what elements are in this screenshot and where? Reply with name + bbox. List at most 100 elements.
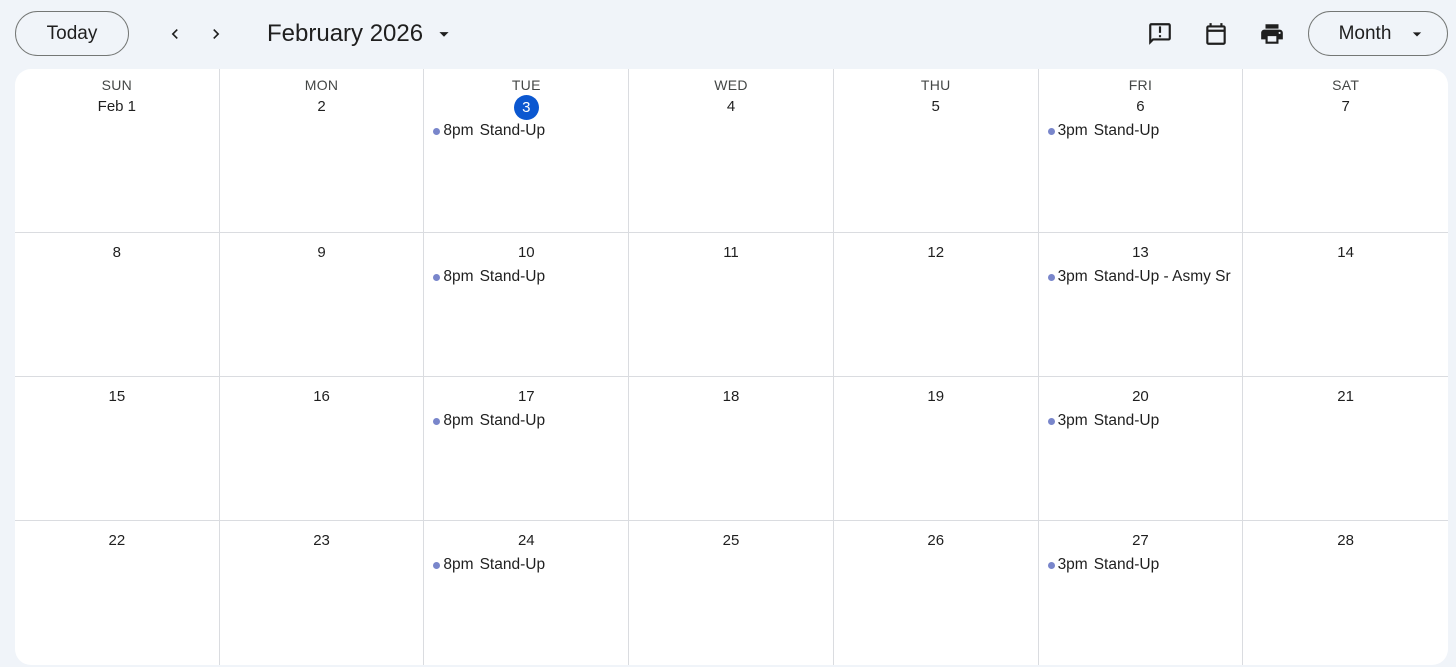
today-day-number[interactable]: 3	[513, 95, 539, 120]
event-time: 3pm	[1057, 122, 1088, 139]
day-cell[interactable]: 8	[15, 233, 220, 377]
day-number[interactable]: 12	[924, 241, 948, 265]
day-number[interactable]: 11	[719, 241, 743, 265]
day-number[interactable]: 28	[1334, 529, 1358, 553]
event-chip[interactable]: 3pm Stand-Up	[1045, 554, 1237, 576]
day-number[interactable]: 17	[514, 385, 538, 409]
day-cell[interactable]: MON 2	[219, 69, 425, 233]
day-number[interactable]: 20	[1128, 385, 1152, 409]
day-number[interactable]: 25	[719, 529, 743, 553]
arrow-drop-down-icon	[1413, 31, 1422, 36]
day-cell[interactable]: 9	[219, 233, 425, 377]
feedback-button[interactable]	[1140, 14, 1180, 54]
day-cell[interactable]: 28	[1243, 521, 1448, 665]
day-number[interactable]: 24	[514, 529, 538, 553]
event-chip[interactable]: 3pm Stand-Up	[1045, 120, 1237, 142]
event-dot-icon	[433, 128, 441, 135]
day-number[interactable]: 7	[1334, 95, 1358, 119]
day-cell[interactable]: 13 3pm Stand-Up - Asmy Sr	[1038, 233, 1244, 377]
event-chip[interactable]: 8pm Stand-Up	[430, 410, 622, 432]
calendar-toolbar: Today February 2026 Month	[0, 0, 1456, 68]
day-number[interactable]: 13	[1128, 241, 1152, 265]
event-chip[interactable]: 3pm Stand-Up - Asmy Sr	[1045, 266, 1237, 288]
event-title: Stand-Up	[1093, 412, 1160, 429]
day-cell[interactable]: 21	[1243, 377, 1448, 521]
day-number[interactable]: 15	[105, 385, 129, 409]
event-title: Stand-Up - Asmy Sr	[1093, 268, 1231, 285]
next-month-button[interactable]	[199, 17, 233, 51]
day-cell[interactable]: 24 8pm Stand-Up	[424, 521, 630, 665]
day-number[interactable]: 14	[1334, 241, 1358, 265]
event-dot-icon	[1047, 128, 1055, 135]
day-cell[interactable]: 20 3pm Stand-Up	[1038, 377, 1244, 521]
day-cell[interactable]: THU 5	[833, 69, 1039, 233]
previous-month-button[interactable]	[158, 17, 192, 51]
day-number[interactable]: 23	[310, 529, 334, 553]
event-time: 8pm	[443, 268, 474, 285]
event-chip[interactable]: 8pm Stand-Up	[430, 266, 622, 288]
event-dot-icon	[1047, 418, 1055, 425]
feedback-icon	[1149, 23, 1171, 45]
day-cell[interactable]: 10 8pm Stand-Up	[424, 233, 630, 377]
day-cell[interactable]: 23	[220, 521, 425, 665]
day-number[interactable]: 8	[105, 241, 129, 265]
day-number[interactable]: 27	[1128, 529, 1152, 553]
day-number[interactable]: 10	[514, 241, 538, 265]
day-cell[interactable]: 17 8pm Stand-Up	[424, 377, 630, 521]
print-button[interactable]	[1252, 14, 1292, 54]
day-number[interactable]: 18	[719, 385, 743, 409]
day-cell[interactable]: 16	[219, 377, 425, 521]
day-number[interactable]: 4	[719, 95, 743, 119]
month-picker[interactable]: February 2026	[267, 18, 455, 50]
day-cell[interactable]: 25	[629, 521, 834, 665]
day-number[interactable]: 5	[924, 95, 948, 119]
day-cell[interactable]: 11	[629, 233, 834, 377]
event-chip[interactable]: 8pm Stand-Up	[430, 120, 622, 142]
view-selector-button[interactable]: Month	[1308, 11, 1448, 56]
day-number[interactable]: 9	[310, 241, 334, 265]
day-cell[interactable]: 15	[15, 377, 220, 521]
weekday-header: FRI	[1128, 77, 1153, 93]
event-time: 3pm	[1057, 268, 1088, 285]
event-title: Stand-Up	[479, 556, 546, 573]
day-cell[interactable]: 22	[15, 521, 220, 665]
event-title: Stand-Up	[479, 412, 546, 429]
day-cell[interactable]: 26	[834, 521, 1039, 665]
event-chip[interactable]: 8pm Stand-Up	[430, 554, 622, 576]
day-cell[interactable]: SUN Feb 1	[15, 69, 220, 233]
day-cell[interactable]: 27 3pm Stand-Up	[1039, 521, 1244, 665]
view-label: Month	[1338, 22, 1392, 44]
day-cell[interactable]: FRI 6 3pm Stand-Up	[1038, 69, 1244, 233]
event-chip[interactable]: 3pm Stand-Up	[1045, 410, 1237, 432]
arrow-drop-down-icon	[439, 32, 449, 37]
day-number[interactable]: 19	[924, 385, 948, 409]
day-cell[interactable]: 12	[833, 233, 1039, 377]
calendar-view-button[interactable]	[1196, 14, 1236, 54]
day-cell[interactable]: 19	[833, 377, 1039, 521]
day-number[interactable]: 16	[310, 385, 334, 409]
event-time: 3pm	[1057, 556, 1088, 573]
day-cell[interactable]: TUE 3 8pm Stand-Up	[424, 69, 630, 233]
event-dot-icon	[433, 418, 441, 425]
day-number[interactable]: 2	[310, 95, 334, 119]
month-grid: SUN Feb 1 MON 2 TUE 3 8pm Stand-Up WED 4 THU 5 FRI 6 3…	[15, 69, 1448, 665]
event-dot-icon	[1047, 562, 1055, 569]
event-dot-icon	[433, 562, 441, 569]
event-time: 8pm	[443, 412, 474, 429]
day-cell[interactable]: SAT 7	[1243, 69, 1448, 233]
weekday-header: WED	[714, 77, 748, 93]
calendar-icon	[1206, 23, 1226, 45]
day-cell[interactable]: 18	[629, 377, 834, 521]
day-number[interactable]: 21	[1334, 385, 1358, 409]
today-button[interactable]: Today	[15, 11, 129, 56]
day-number[interactable]: 22	[105, 529, 129, 553]
event-time: 8pm	[443, 556, 474, 573]
day-number[interactable]: 6	[1128, 95, 1152, 119]
day-number[interactable]: Feb 1	[96, 95, 138, 119]
event-time: 8pm	[443, 122, 474, 139]
day-cell[interactable]: 14	[1243, 233, 1448, 377]
month-title: February 2026	[267, 20, 424, 47]
day-number[interactable]: 26	[924, 529, 948, 553]
event-title: Stand-Up	[1093, 122, 1160, 139]
day-cell[interactable]: WED 4	[629, 69, 834, 233]
